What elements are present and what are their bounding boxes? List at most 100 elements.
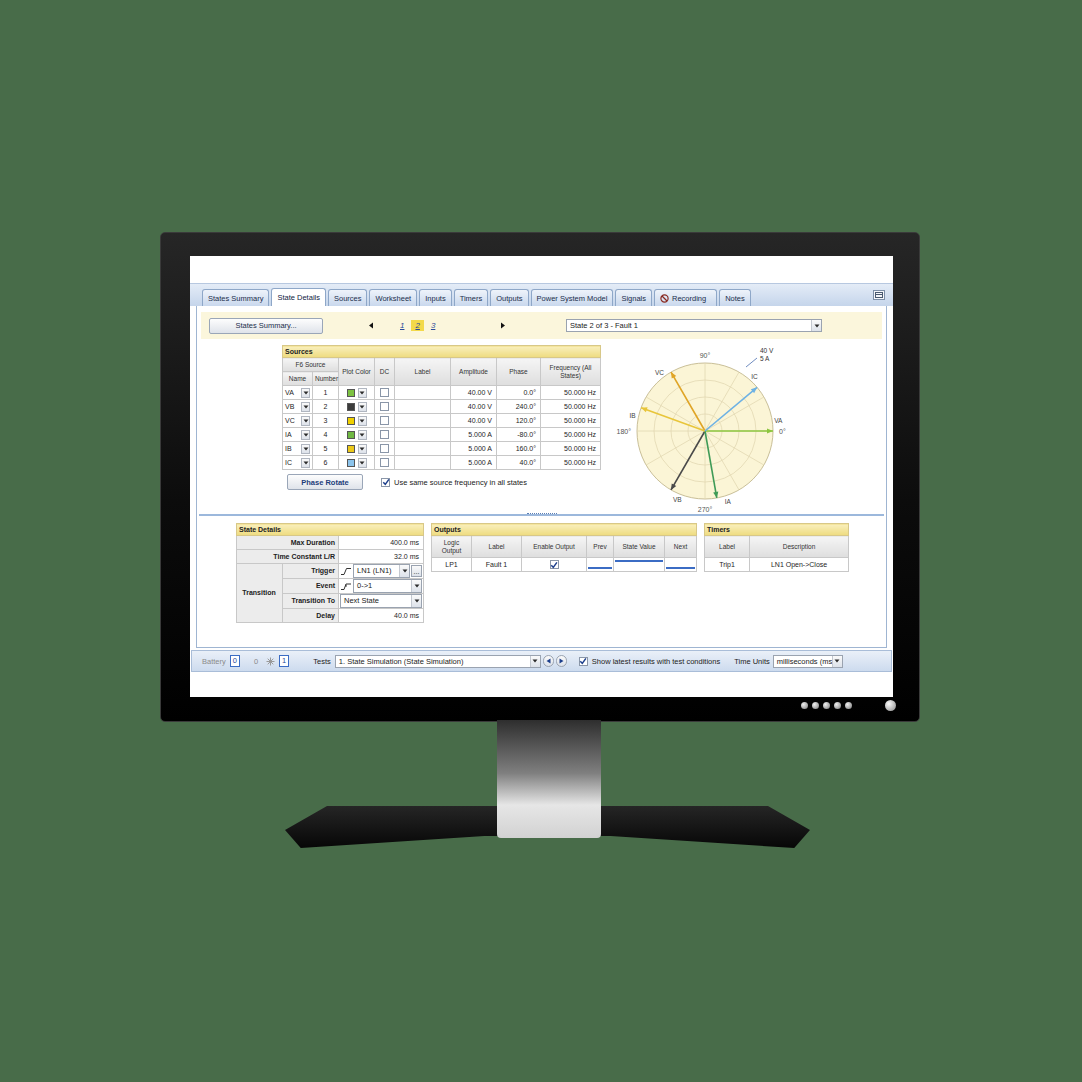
tab[interactable]: State Details	[271, 288, 326, 306]
phase-cell[interactable]: 120.0°	[497, 414, 541, 428]
phase-cell[interactable]: 160.0°	[497, 442, 541, 456]
dc-checkbox[interactable]	[380, 444, 389, 453]
frequency-cell[interactable]: 50.000 Hz	[541, 414, 601, 428]
power-button[interactable]	[885, 700, 896, 711]
event-select[interactable]: 0->1	[353, 579, 422, 593]
dropdown-arrow[interactable]	[411, 580, 421, 592]
tab[interactable]: Notes	[719, 289, 751, 306]
tab[interactable]: Power System Model	[531, 289, 614, 306]
dropdown-arrow[interactable]	[530, 656, 540, 667]
dc-checkbox[interactable]	[380, 430, 389, 439]
page-link[interactable]: 1	[396, 320, 408, 331]
amplitude-cell[interactable]: 5.000 A	[451, 456, 497, 470]
previous-test-button[interactable]	[543, 655, 554, 667]
tab[interactable]: Sources	[328, 289, 368, 306]
transition-select[interactable]: Next State	[340, 594, 422, 608]
name-cell[interactable]: VA	[283, 386, 313, 400]
detail-value[interactable]: 32.0 ms	[339, 550, 424, 564]
dropdown-button[interactable]	[358, 444, 367, 454]
monitor-button[interactable]	[823, 702, 830, 709]
time-units-select[interactable]: milliseconds (ms)	[773, 655, 843, 668]
state-value-cell[interactable]	[614, 558, 665, 572]
dropdown-button[interactable]	[301, 402, 310, 412]
frequency-cell[interactable]: 50.000 Hz	[541, 400, 601, 414]
amplitude-cell[interactable]: 40.00 V	[451, 386, 497, 400]
name-cell[interactable]: IB	[283, 442, 313, 456]
plot-color-cell[interactable]	[339, 442, 375, 456]
monitor-button[interactable]	[801, 702, 808, 709]
state-next-cell[interactable]	[665, 558, 697, 572]
more-button[interactable]: ...	[411, 565, 422, 577]
name-cell[interactable]: VB	[283, 400, 313, 414]
plot-color-cell[interactable]	[339, 456, 375, 470]
dropdown-button[interactable]	[301, 444, 310, 454]
page-link[interactable]: 2	[411, 320, 423, 331]
panel-toggle-button[interactable]	[873, 290, 885, 300]
name-cell[interactable]: IC	[283, 456, 313, 470]
phase-cell[interactable]: 240.0°	[497, 400, 541, 414]
next-test-button[interactable]	[556, 655, 567, 667]
monitor-button[interactable]	[845, 702, 852, 709]
dropdown-button[interactable]	[301, 458, 310, 468]
tab[interactable]: Inputs	[419, 289, 451, 306]
phase-rotate-button[interactable]: Phase Rotate	[287, 474, 363, 490]
dropdown-button[interactable]	[358, 430, 367, 440]
dc-checkbox[interactable]	[380, 416, 389, 425]
monitor-button[interactable]	[834, 702, 841, 709]
plot-color-cell[interactable]	[339, 428, 375, 442]
frequency-cell[interactable]: 50.000 Hz	[541, 428, 601, 442]
name-cell[interactable]: VC	[283, 414, 313, 428]
battery-value[interactable]: 0	[230, 655, 240, 667]
checkbox[interactable]	[579, 657, 588, 666]
states-summary-button[interactable]: States Summary...	[209, 318, 323, 334]
delay-value[interactable]: 40.0 ms	[340, 610, 422, 622]
dropdown-arrow[interactable]	[411, 595, 421, 607]
dc-checkbox[interactable]	[380, 388, 389, 397]
state-select[interactable]: State 2 of 3 - Fault 1	[566, 319, 822, 332]
dropdown-arrow[interactable]	[399, 565, 409, 577]
splitter[interactable]	[199, 514, 884, 520]
tab[interactable]: Signals	[615, 289, 652, 306]
timer-label-cell[interactable]: Trip1	[705, 558, 750, 572]
frequency-cell[interactable]: 50.000 Hz	[541, 456, 601, 470]
dropdown-button[interactable]	[301, 430, 310, 440]
same-frequency-option[interactable]: Use same source frequency in all states	[381, 478, 527, 487]
dropdown-button[interactable]	[358, 458, 367, 468]
splitter-grip[interactable]	[527, 513, 557, 516]
plot-color-cell[interactable]	[339, 386, 375, 400]
label-cell[interactable]	[395, 428, 451, 442]
name-cell[interactable]: IA	[283, 428, 313, 442]
previous-state-button[interactable]	[365, 319, 376, 333]
dc-checkbox[interactable]	[380, 402, 389, 411]
frequency-cell[interactable]: 50.000 Hz	[541, 442, 601, 456]
dropdown-button[interactable]	[358, 402, 367, 412]
transition-value-cell[interactable]: LN1 (LN1)...	[339, 564, 424, 579]
amplitude-cell[interactable]: 5.000 A	[451, 442, 497, 456]
state-prev-cell[interactable]	[587, 558, 614, 572]
tab[interactable]: Recording	[654, 289, 717, 306]
label-cell[interactable]	[395, 456, 451, 470]
transition-value-cell[interactable]: 0->1	[339, 579, 424, 594]
label-cell[interactable]	[395, 400, 451, 414]
phase-cell[interactable]: 40.0°	[497, 456, 541, 470]
frequency-cell[interactable]: 50.000 Hz	[541, 386, 601, 400]
checkbox[interactable]	[381, 478, 390, 487]
show-latest-option[interactable]: Show latest results with test conditions	[579, 657, 720, 666]
page-link[interactable]: 3	[427, 320, 439, 331]
tab[interactable]: Timers	[454, 289, 489, 306]
monitor-button[interactable]	[812, 702, 819, 709]
plot-color-cell[interactable]	[339, 414, 375, 428]
transition-value-cell[interactable]: 40.0 ms	[339, 609, 424, 623]
dropdown-button[interactable]	[358, 416, 367, 426]
dropdown-button[interactable]	[301, 388, 310, 398]
detail-value[interactable]: 400.0 ms	[339, 536, 424, 550]
label-cell[interactable]	[395, 386, 451, 400]
next-state-button[interactable]	[497, 319, 508, 333]
counter-value[interactable]: 1	[279, 655, 289, 667]
amplitude-cell[interactable]: 40.00 V	[451, 400, 497, 414]
dropdown-arrow[interactable]	[832, 656, 842, 667]
transition-value-cell[interactable]: Next State	[339, 594, 424, 609]
dropdown-button[interactable]	[301, 416, 310, 426]
tab[interactable]: States Summary	[202, 289, 269, 306]
output-label-cell[interactable]: Fault 1	[472, 558, 522, 572]
